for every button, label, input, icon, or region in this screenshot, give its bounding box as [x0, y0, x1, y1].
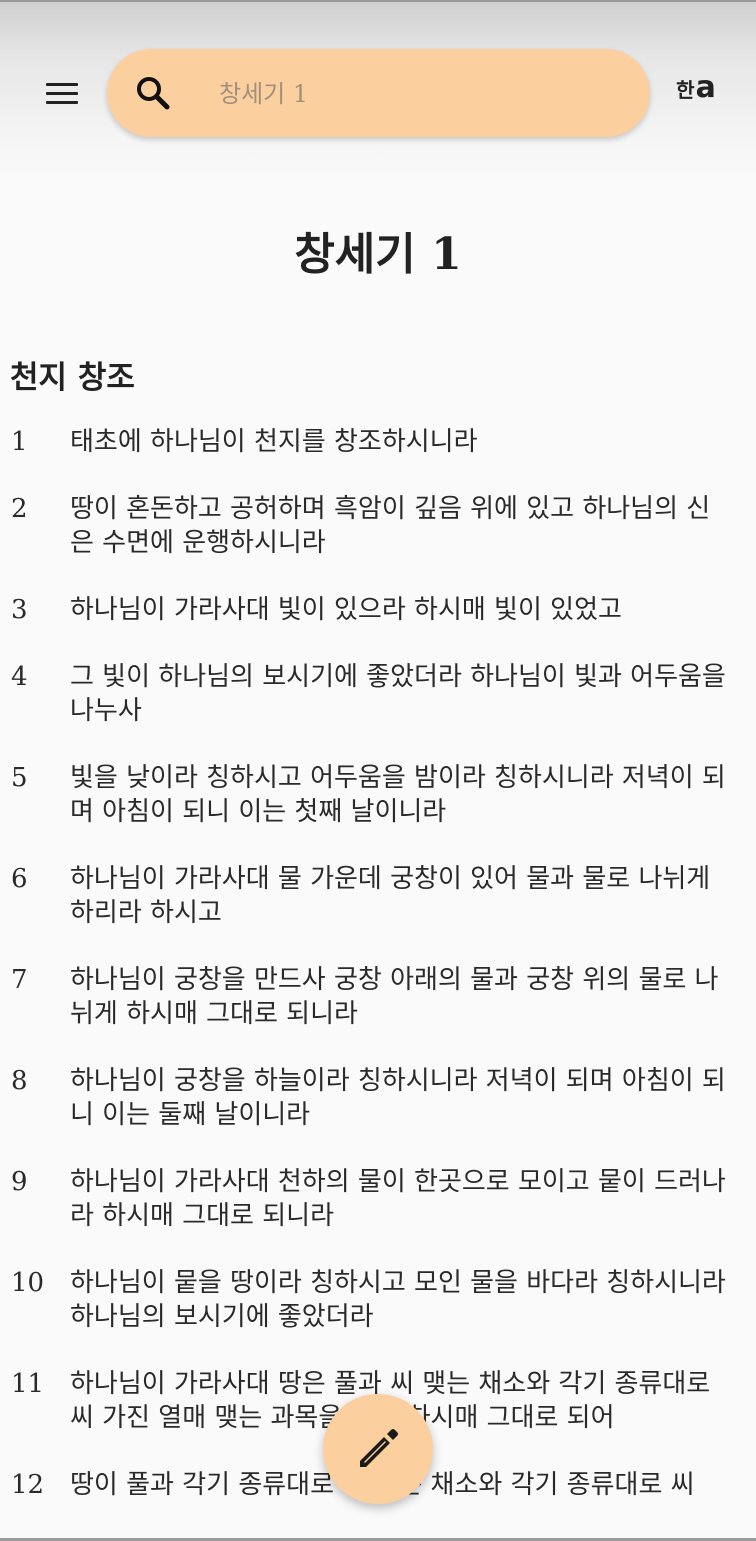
verse-text: 태초에 하나님이 천지를 창조하시니라 [70, 427, 478, 457]
verse-text: 땅이 혼돈하고 공허하며 흑암이 깊음 위에 있고 하나님의 신은 수면에 운행… [70, 494, 711, 558]
verse-item[interactable]: 2 땅이 혼돈하고 공허하며 흑암이 깊음 위에 있고 하나님의 신은 수면에 … [0, 492, 756, 560]
verse-number: 7 [11, 965, 28, 995]
verse-item[interactable]: 4 그 빛이 하나님의 보시기에 좋았더라 하나님이 빛과 어두움을 나누사 [0, 660, 756, 728]
pencil-icon [360, 1429, 398, 1467]
verse-item[interactable]: 1 태초에 하나님이 천지를 창조하시니라 [0, 425, 756, 459]
language-toggle-korean: 한 [676, 78, 695, 102]
verse-item[interactable]: 3 하나님이 가라사대 빛이 있으라 하시매 빛이 있었고 [0, 593, 756, 627]
search-bar[interactable] [107, 49, 650, 137]
verse-number: 11 [11, 1369, 45, 1399]
verse-item[interactable]: 10 하나님이 뭍을 땅이라 칭하시고 모인 물을 바다라 칭하시니라 하나님의… [0, 1266, 756, 1334]
verse-item[interactable]: 8 하나님이 궁창을 하늘이라 칭하시니라 저녁이 되며 아침이 되니 이는 둘… [0, 1064, 756, 1132]
menu-line-middle [46, 91, 78, 95]
verse-text: 하나님이 궁창을 만드사 궁창 아래의 물과 궁창 위의 물로 나뉘게 하시매 … [70, 965, 719, 1029]
verse-text: 빛을 낮이라 칭하시고 어두움을 밤이라 칭하시니라 저녁이 되며 아침이 되니… [70, 763, 726, 827]
verse-number: 10 [11, 1268, 45, 1298]
search-icon[interactable] [133, 73, 173, 113]
verse-text: 하나님이 뭍을 땅이라 칭하시고 모인 물을 바다라 칭하시니라 하나님의 보시… [70, 1268, 726, 1332]
verse-number: 8 [11, 1066, 28, 1096]
verse-item[interactable]: 5 빛을 낮이라 칭하시고 어두움을 밤이라 칭하시니라 저녁이 되며 아침이 … [0, 761, 756, 829]
language-toggle-latin: a [695, 70, 716, 105]
verse-number: 9 [11, 1167, 28, 1197]
verse-number: 12 [11, 1470, 45, 1500]
hamburger-menu-icon[interactable] [38, 72, 86, 114]
menu-line-top [46, 82, 78, 86]
verse-item[interactable]: 7 하나님이 궁창을 만드사 궁창 아래의 물과 궁창 위의 물로 나뉘게 하시… [0, 963, 756, 1031]
verse-number: 5 [11, 763, 28, 793]
verse-number: 2 [11, 494, 28, 524]
verse-item[interactable]: 6 하나님이 가라사대 물 가운데 궁창이 있어 물과 물로 나뉘게 하리라 하… [0, 862, 756, 930]
top-divider [0, 0, 756, 2]
verse-text: 하나님이 가라사대 천하의 물이 한곳으로 모이고 뭍이 드러나라 하시매 그대… [70, 1167, 726, 1231]
verse-text: 하나님이 궁창을 하늘이라 칭하시니라 저녁이 되며 아침이 되니 이는 둘째 … [70, 1066, 726, 1130]
chapter-title: 창세기 1 [294, 229, 462, 280]
verse-item[interactable]: 9 하나님이 가라사대 천하의 물이 한곳으로 모이고 뭍이 드러나라 하시매 … [0, 1165, 756, 1233]
menu-line-bottom [46, 100, 78, 104]
verse-text: 하나님이 가라사대 빛이 있으라 하시매 빛이 있었고 [70, 595, 622, 625]
verse-number: 1 [11, 427, 28, 457]
verse-list: 1 태초에 하나님이 천지를 창조하시니라 2 땅이 혼돈하고 공허하며 흑암이… [0, 425, 756, 1535]
bible-reader-screen: 한 a 창세기 1 천지 창조 1 태초에 하나님이 천지를 창조하시니라 2 … [0, 0, 756, 1541]
verse-text: 하나님이 가라사대 물 가운데 궁창이 있어 물과 물로 나뉘게 하리라 하시고 [70, 864, 711, 928]
search-input[interactable] [217, 73, 621, 115]
edit-note-button[interactable] [323, 1394, 433, 1504]
language-toggle-button[interactable]: 한 a [668, 70, 724, 114]
verse-number: 3 [11, 595, 28, 625]
verse-number: 6 [11, 864, 28, 894]
verse-text: 그 빛이 하나님의 보시기에 좋았더라 하나님이 빛과 어두움을 나누사 [70, 662, 726, 726]
section-heading: 천지 창조 [10, 360, 135, 396]
verse-number: 4 [11, 662, 28, 692]
